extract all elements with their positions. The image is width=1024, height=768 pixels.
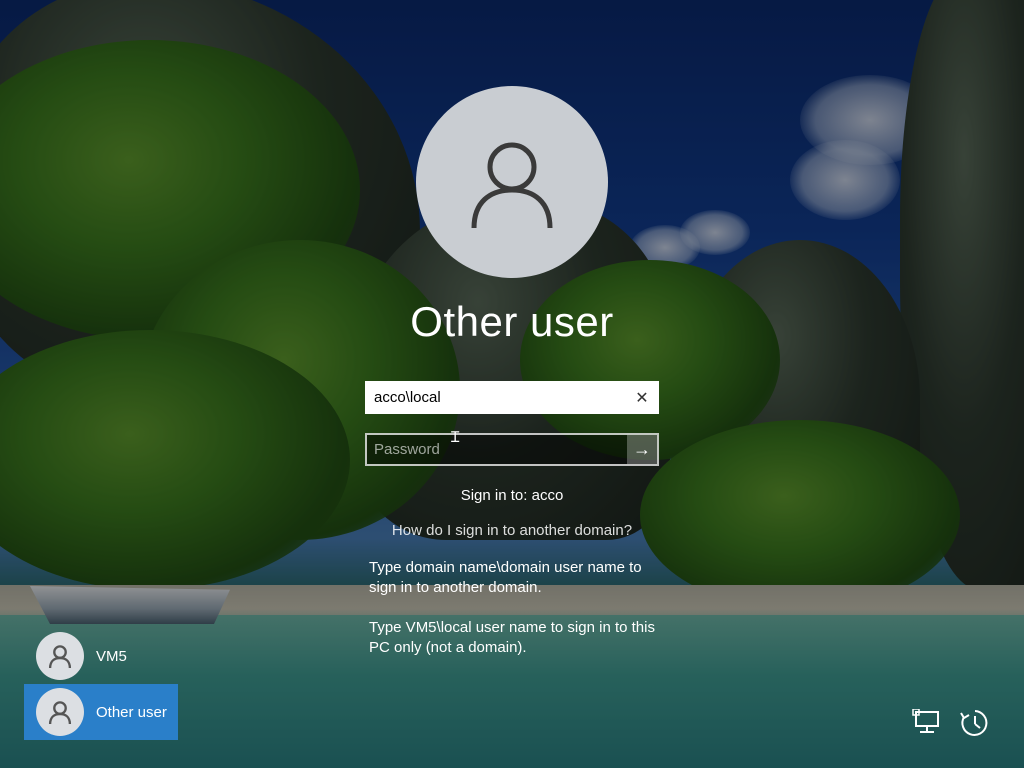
user-tile-other-user[interactable]: Other user [24,684,178,740]
submit-arrow-icon[interactable]: → [627,435,657,464]
password-input[interactable]: Password [367,441,627,458]
avatar [36,632,84,680]
clear-icon[interactable]: ✕ [627,383,657,412]
user-tile-label: VM5 [96,647,127,665]
other-domain-help-link[interactable]: How do I sign in to another domain? [0,522,1024,539]
page-title: Other user [410,298,614,345]
i-beam-cursor-icon: Ɪ [451,428,460,446]
accessibility-icon[interactable] [957,705,993,741]
user-tile-label: Other user [96,703,167,721]
username-field[interactable]: acco\local ✕ [365,381,659,414]
network-icon[interactable] [910,705,946,741]
sign-in-domain-label: Sign in to: acco [460,487,564,504]
local-hint-text: Type VM5\local user name to sign in to t… [369,619,655,656]
username-input[interactable]: acco\local [367,389,627,406]
avatar [36,688,84,736]
person-icon [48,701,72,725]
user-avatar-large [416,86,608,278]
person-icon [48,645,72,669]
domain-hint-text: Type domain name\domain user name to sig… [369,559,642,596]
user-tile-vm5[interactable]: VM5 [24,628,178,684]
person-icon [471,142,553,229]
password-field[interactable]: Password → [365,433,659,466]
lock-screen: Other user acco\local ✕ Password → Ɪ Sig… [0,0,1024,768]
